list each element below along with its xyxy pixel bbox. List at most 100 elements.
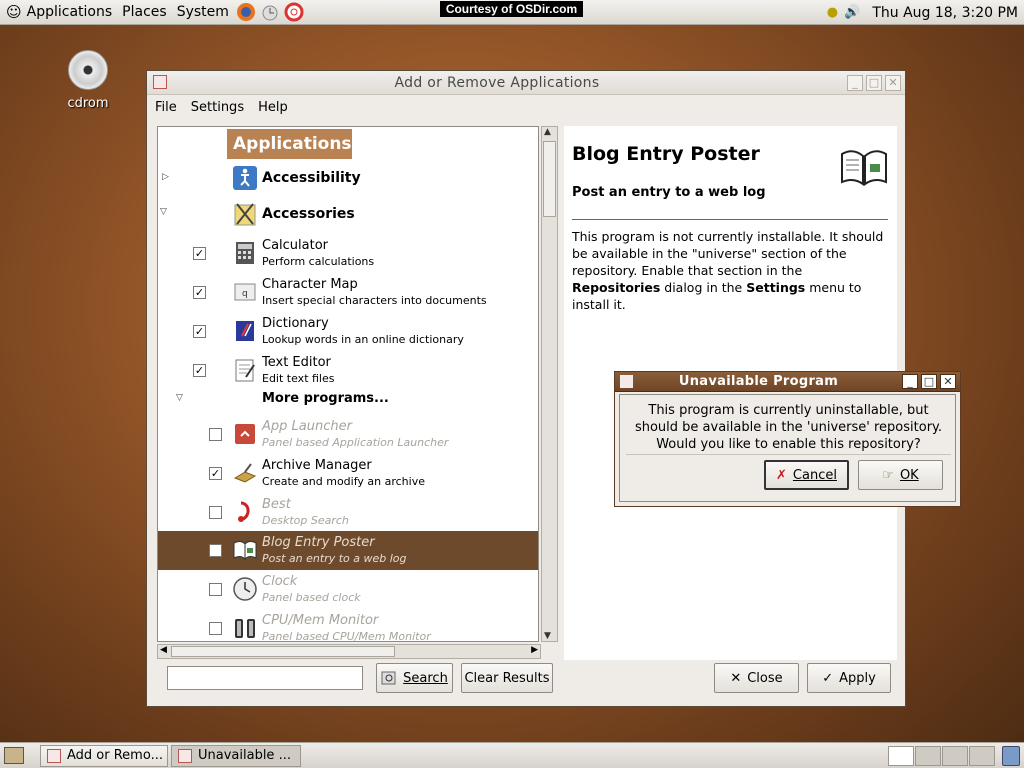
app-name: App Launcher (262, 419, 352, 434)
dialog-close-button[interactable]: ✕ (940, 374, 956, 389)
ok-hand-icon: ☞ (882, 467, 894, 483)
dialog-app-icon (620, 375, 633, 388)
list-item[interactable]: ✓ Archive Manager Create and modify an a… (158, 454, 538, 493)
close-window-button[interactable]: ✕ (885, 74, 901, 91)
app-icon (178, 749, 192, 763)
taskbar-item-unavailable[interactable]: Unavailable ... (171, 745, 301, 767)
gnome-foot-icon[interactable]: ☺ (6, 3, 22, 21)
install-checkbox[interactable]: ✓ (193, 325, 206, 338)
collapse-arrow-icon[interactable]: ▽ (176, 393, 183, 403)
clock-icon (233, 577, 257, 601)
app-description: Insert special characters into documents (262, 294, 487, 307)
trash-icon[interactable] (1002, 746, 1020, 766)
divider (572, 219, 888, 220)
search-input[interactable] (167, 666, 363, 690)
cpu-monitor-icon (235, 619, 255, 638)
dialog-content: This program is currently uninstallable,… (619, 394, 956, 502)
dialog-minimize-button[interactable]: _ (902, 374, 918, 389)
category-accessibility[interactable]: ▷ Accessibility (158, 159, 538, 198)
tree-vertical-scrollbar[interactable]: ▲ ▼ (541, 126, 558, 642)
collapse-arrow-icon[interactable]: ▽ (160, 207, 167, 217)
menu-help[interactable]: Help (258, 100, 288, 115)
unavailable-program-dialog: Unavailable Program _ □ ✕ This program i… (614, 371, 961, 507)
minimize-button[interactable]: _ (847, 74, 863, 91)
category-accessories[interactable]: ▽ Accessories (158, 195, 538, 234)
install-checkbox[interactable]: ✓ (193, 286, 206, 299)
evolution-icon[interactable] (259, 1, 281, 23)
list-item[interactable]: Best Desktop Search (158, 493, 538, 532)
scroll-thumb[interactable] (171, 646, 395, 657)
desktop-icon-label: cdrom (67, 96, 109, 111)
scroll-left-icon[interactable]: ◀ (160, 645, 167, 655)
volume-icon[interactable]: 🔊 (844, 5, 860, 20)
best-icon (238, 501, 250, 522)
list-item[interactable]: ✓ q Character Map Insert special charact… (158, 273, 538, 312)
install-checkbox[interactable]: ✓ (209, 467, 222, 480)
list-item[interactable]: App Launcher Panel based Application Lau… (158, 415, 538, 454)
clear-results-button[interactable]: Clear Results (461, 663, 553, 693)
install-checkbox[interactable] (209, 506, 222, 519)
applications-header: Applications (227, 129, 352, 159)
install-checkbox[interactable] (209, 544, 222, 557)
dialog-cancel-button[interactable]: ✗ Cancel (764, 460, 849, 490)
dialog-ok-button[interactable]: ☞ OK (858, 460, 943, 490)
list-item[interactable]: ✓ Dictionary Lookup words in an online d… (158, 312, 538, 351)
menubar: File Settings Help (147, 95, 905, 119)
tree-horizontal-scrollbar[interactable]: ◀ ▶ (157, 644, 541, 659)
close-button[interactable]: ✕ Close (714, 663, 799, 693)
clock[interactable]: Thu Aug 18, 3:20 PM (872, 5, 1018, 21)
application-tree[interactable]: Applications ▷ Accessibility ▽ Accessori… (157, 126, 539, 642)
show-desktop-icon[interactable] (4, 747, 24, 764)
search-button-label: Search (403, 670, 448, 686)
menu-applications[interactable]: Applications (22, 0, 118, 25)
app-name: Dictionary (262, 316, 329, 331)
dialog-maximize-button[interactable]: □ (921, 374, 937, 389)
help-icon[interactable] (283, 1, 305, 23)
list-item[interactable]: CPU/Mem Monitor Panel based CPU/Mem Moni… (158, 609, 538, 641)
menu-file[interactable]: File (155, 100, 177, 115)
category-name: Accessories (262, 206, 355, 222)
search-button[interactable]: Search (376, 663, 453, 693)
cancel-x-icon: ✗ (776, 467, 787, 483)
scroll-thumb[interactable] (543, 141, 556, 217)
system-tray: ● 🔊 Thu Aug 18, 3:20 PM (827, 0, 1018, 25)
app-description: Perform calculations (262, 255, 375, 268)
menu-settings[interactable]: Settings (191, 100, 244, 115)
install-checkbox[interactable] (209, 583, 222, 596)
workspace-2[interactable] (915, 746, 941, 766)
workspace-1[interactable] (888, 746, 914, 766)
cancel-label: Cancel (792, 467, 837, 483)
window-titlebar[interactable]: Add or Remove Applications _ □ ✕ (147, 71, 905, 95)
taskbar-item-add-remove[interactable]: Add or Remo... (40, 745, 168, 767)
scroll-right-icon[interactable]: ▶ (531, 645, 538, 655)
install-checkbox[interactable] (209, 622, 222, 635)
ok-label: OK (899, 467, 919, 483)
list-item[interactable]: Clock Panel based clock (158, 570, 538, 609)
list-item[interactable]: ✓ Calculator Perform calculations (158, 234, 538, 273)
desktop-cdrom[interactable]: cdrom (58, 50, 118, 111)
app-description: Lookup words in an online dictionary (262, 333, 464, 346)
list-item-selected[interactable]: Blog Entry Poster Post an entry to a web… (158, 531, 538, 570)
menu-system[interactable]: System (172, 0, 234, 25)
workspace-3[interactable] (942, 746, 968, 766)
menu-places[interactable]: Places (117, 0, 172, 25)
app-name: Text Editor (262, 355, 331, 370)
install-checkbox[interactable] (209, 428, 222, 441)
notification-bulb-icon[interactable]: ● (827, 5, 838, 20)
expand-arrow-icon[interactable]: ▷ (162, 172, 169, 182)
divider (626, 454, 951, 455)
install-checkbox[interactable]: ✓ (193, 247, 206, 260)
close-button-label: Close (747, 670, 783, 686)
app-name: Calculator (262, 238, 329, 253)
apply-button[interactable]: ✓ Apply (807, 663, 891, 693)
clear-results-label: Clear Results (464, 670, 550, 686)
workspace-4[interactable] (969, 746, 995, 766)
scroll-down-icon[interactable]: ▼ (544, 631, 551, 641)
more-programs-row[interactable]: ▽ More programs... (158, 385, 538, 415)
firefox-icon[interactable] (235, 1, 257, 23)
app-description: Edit text files (262, 372, 335, 385)
maximize-button[interactable]: □ (866, 74, 882, 91)
dialog-titlebar[interactable]: Unavailable Program _ □ ✕ (615, 372, 960, 392)
install-checkbox[interactable]: ✓ (193, 364, 206, 377)
scroll-up-icon[interactable]: ▲ (544, 127, 551, 137)
